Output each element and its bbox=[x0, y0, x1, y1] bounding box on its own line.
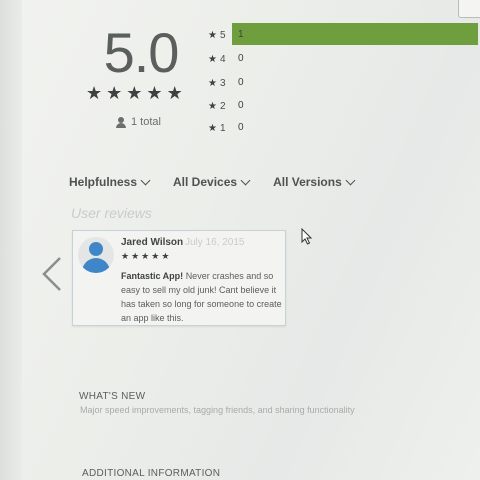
review-filters: Helpfulness All Devices All Versions bbox=[69, 175, 356, 189]
star-icon: ★ bbox=[151, 251, 160, 261]
star-icon: ★ bbox=[208, 100, 217, 112]
distribution-bar-track: 0 bbox=[232, 49, 478, 69]
review-stars: ★ ★ ★ ★ ★ bbox=[121, 252, 169, 261]
star-icon: ★ bbox=[121, 251, 130, 261]
star-icon: ★ bbox=[166, 83, 183, 103]
whats-new-text: Major speed improvements, tagging friend… bbox=[80, 405, 355, 415]
whats-new-heading: WHAT'S NEW bbox=[79, 391, 146, 402]
filter-helpfulness[interactable]: Helpfulness bbox=[69, 175, 151, 189]
star-icon: ★ bbox=[141, 251, 150, 261]
summary-stars: ★ ★ ★ ★ ★ bbox=[86, 84, 183, 102]
distribution-level: 5 bbox=[220, 29, 226, 41]
distribution-level: 4 bbox=[220, 53, 226, 65]
distribution-bar-track: 0 bbox=[232, 96, 478, 116]
filter-label: All Devices bbox=[173, 175, 238, 189]
distribution-row: ★ 3 0 bbox=[208, 76, 478, 90]
star-icon: ★ bbox=[208, 53, 217, 65]
distribution-row: ★ 5 1 bbox=[208, 23, 478, 45]
person-icon bbox=[116, 116, 126, 128]
star-icon: ★ bbox=[146, 83, 163, 103]
distribution-row: ★ 1 0 bbox=[208, 121, 478, 135]
star-icon: ★ bbox=[126, 83, 143, 103]
distribution-count: 0 bbox=[238, 77, 244, 88]
star-icon: ★ bbox=[131, 251, 140, 261]
total-ratings: 1 total bbox=[116, 116, 161, 128]
review-date: July 16, 2015 bbox=[185, 237, 245, 248]
average-rating: 5.0 bbox=[103, 21, 180, 84]
additional-info-heading: ADDITIONAL INFORMATION bbox=[82, 468, 221, 479]
corner-button[interactable] bbox=[458, 0, 480, 18]
distribution-bar-track: 0 bbox=[232, 73, 478, 93]
screen-bezel bbox=[0, 0, 22, 480]
review-author: Jared Wilson bbox=[121, 237, 184, 248]
chevron-down-icon bbox=[140, 175, 151, 186]
distribution-count: 0 bbox=[238, 53, 244, 64]
star-icon: ★ bbox=[208, 122, 217, 134]
chevron-down-icon bbox=[345, 175, 356, 186]
filter-label: Helpfulness bbox=[69, 175, 138, 189]
chevron-down-icon bbox=[240, 175, 251, 186]
distribution-level: 2 bbox=[220, 100, 226, 112]
distribution-count: 1 bbox=[238, 29, 244, 40]
mouse-cursor-icon bbox=[301, 228, 313, 245]
distribution-row: ★ 2 0 bbox=[208, 99, 478, 113]
distribution-level: 1 bbox=[220, 122, 226, 134]
distribution-row: ★ 4 0 bbox=[208, 52, 478, 66]
chevron-left-icon[interactable] bbox=[40, 256, 64, 292]
avatar-icon bbox=[78, 237, 114, 273]
review-title: Fantastic App! bbox=[121, 271, 184, 281]
star-icon: ★ bbox=[86, 83, 103, 103]
distribution-bar bbox=[232, 23, 478, 45]
filter-devices[interactable]: All Devices bbox=[173, 175, 251, 189]
star-icon: ★ bbox=[208, 77, 217, 89]
distribution-bar-track: 1 bbox=[232, 23, 478, 45]
star-icon: ★ bbox=[106, 83, 123, 103]
star-icon: ★ bbox=[208, 29, 217, 41]
distribution-count: 0 bbox=[238, 100, 244, 111]
distribution-bar-track: 0 bbox=[232, 118, 478, 138]
filter-versions[interactable]: All Versions bbox=[273, 175, 356, 189]
distribution-count: 0 bbox=[238, 122, 244, 133]
reviews-heading: User reviews bbox=[71, 205, 152, 221]
distribution-level: 3 bbox=[220, 77, 226, 89]
star-icon: ★ bbox=[161, 251, 170, 261]
screen: 5.0 ★ ★ ★ ★ ★ 1 total ★ 5 1 ★ 4 0 ★ 3 0 ★ 2 0 ★ 1 0 He… bbox=[0, 0, 480, 480]
filter-label: All Versions bbox=[273, 175, 342, 189]
total-label: 1 total bbox=[131, 116, 161, 128]
review-text: Fantastic App! Never crashes and so easy… bbox=[121, 269, 285, 325]
review-card[interactable]: Jared Wilson July 16, 2015 ★ ★ ★ ★ ★ Fan… bbox=[72, 230, 286, 326]
